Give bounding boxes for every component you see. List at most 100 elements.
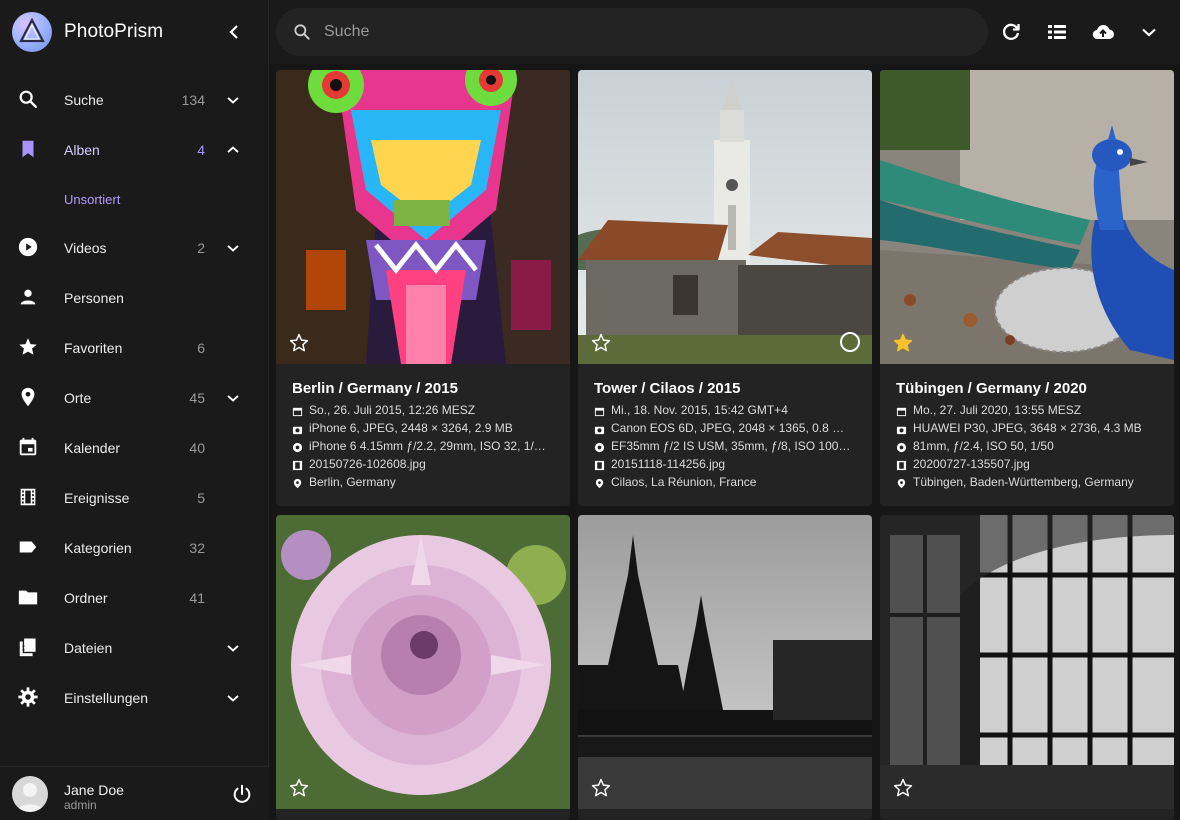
favorite-star-outline-icon[interactable] (590, 332, 612, 354)
sidebar-item-places[interactable]: Orte 45 (0, 373, 269, 423)
photo-file-text: 20151118-114256.jpg (611, 457, 726, 471)
play-circle-icon (17, 236, 39, 258)
chevron-down-icon[interactable] (1137, 20, 1161, 44)
search-input[interactable] (324, 8, 964, 56)
favorite-star-outline-icon[interactable] (590, 777, 612, 799)
photo-location-text: Berlin, Germany (309, 475, 396, 489)
photo-title[interactable]: Tower / Cilaos / 2015 (594, 380, 856, 397)
photo-thumbnail[interactable] (880, 70, 1174, 364)
gear-icon (17, 686, 39, 708)
calendar-icon (594, 407, 605, 417)
sidebar-item-settings[interactable]: Einstellungen (0, 673, 269, 723)
sidebar-item-count: 134 (181, 92, 205, 108)
photo-card[interactable]: Tower / Cilaos / 2015 Mi., 18. Nov. 2015,… (578, 70, 872, 506)
user-name: Jane Doe (64, 782, 124, 798)
sidebar-item-folders[interactable]: Ordner 41 (0, 573, 269, 623)
collapse-sidebar-icon[interactable] (222, 20, 246, 44)
sidebar-item-albums[interactable]: Alben 4 (0, 125, 269, 175)
cloud-upload-icon[interactable] (1091, 20, 1115, 44)
photo-camera-text: iPhone 6, JPEG, 2448 × 3264, 2.9 MB (309, 421, 513, 435)
folder-icon (17, 586, 39, 608)
photo-date: Mo., 27. Juli 2020, 13:55 MESZ (896, 403, 1158, 421)
sidebar: PhotoPrism Suche 134 Alben 4 Unsortiert Video… (0, 0, 269, 820)
photo-location[interactable]: Tübingen, Baden-Württemberg, Germany (896, 475, 1158, 493)
sidebar-item-search[interactable]: Suche 134 (0, 75, 269, 125)
select-circle-icon[interactable] (840, 332, 860, 352)
photo-date-text: Mi., 18. Nov. 2015, 15:42 GMT+4 (611, 403, 788, 417)
sidebar-item-moments[interactable]: Ereignisse 5 (0, 473, 269, 523)
sidebar-item-label: Ordner (64, 590, 108, 606)
photo-thumbnail[interactable] (276, 515, 570, 809)
calendar-icon (292, 407, 303, 417)
photoprism-logo[interactable] (12, 12, 52, 52)
sidebar-item-label: Kategorien (64, 540, 132, 556)
film-icon (594, 460, 605, 471)
chevron-down-icon[interactable] (223, 90, 243, 110)
sidebar-item-labels[interactable]: Kategorien 32 (0, 523, 269, 573)
film-icon (17, 486, 39, 508)
photo-card[interactable] (880, 515, 1174, 820)
app-title: PhotoPrism (64, 21, 164, 42)
photo-camera: iPhone 6, JPEG, 2448 × 3264, 2.9 MB (292, 421, 554, 439)
sidebar-item-count: 32 (189, 540, 205, 556)
aperture-icon (594, 442, 605, 453)
photo-thumbnail[interactable] (578, 70, 872, 364)
photo-lens-text: 81mm, ƒ/2.4, ISO 50, 1/50 (913, 439, 1054, 453)
photo-card[interactable] (578, 515, 872, 820)
sidebar-item-count: 5 (197, 490, 205, 506)
chevron-down-icon[interactable] (223, 688, 243, 708)
photo-file: 20200727-135507.jpg (896, 457, 1158, 475)
sidebar-item-files[interactable]: Dateien (0, 623, 269, 673)
sidebar-item-label: Alben (64, 142, 100, 158)
photo-thumbnail[interactable] (880, 515, 1174, 809)
power-icon[interactable] (231, 783, 253, 805)
list-view-icon[interactable] (1045, 20, 1069, 44)
sidebar-item-count: 45 (189, 390, 205, 406)
calendar-icon (896, 407, 907, 417)
camera-icon (292, 426, 303, 435)
photo-title[interactable]: Tübingen / Germany / 2020 (896, 380, 1158, 397)
sidebar-item-count: 41 (189, 590, 205, 606)
sidebar-item-calendar[interactable]: Kalender 40 (0, 423, 269, 473)
photo-date-text: Mo., 27. Juli 2020, 13:55 MESZ (913, 403, 1082, 417)
sidebar-subitem-label: Unsortiert (64, 192, 121, 207)
photo-date: So., 26. Juli 2015, 12:26 MESZ (292, 403, 554, 421)
photo-card[interactable] (276, 515, 570, 820)
sidebar-item-label: Einstellungen (64, 690, 149, 706)
photo-lens: iPhone 6 4.15mm ƒ/2.2, 29mm, ISO 32, 1/… (292, 439, 554, 457)
search-box (276, 8, 988, 56)
sidebar-subitem-unsorted[interactable]: Unsortiert (0, 175, 269, 223)
sidebar-item-count: 6 (197, 340, 205, 356)
user-bar: Jane Doe admin (0, 766, 269, 820)
photo-thumbnail[interactable] (276, 70, 570, 364)
photo-camera-text: HUAWEI P30, JPEG, 3648 × 2736, 4.3 MB (913, 421, 1142, 435)
photo-file-text: 20150726-102608.jpg (309, 457, 426, 471)
refresh-icon[interactable] (999, 20, 1023, 44)
sidebar-item-videos[interactable]: Videos 2 (0, 223, 269, 273)
sidebar-item-favorites[interactable]: Favoriten 6 (0, 323, 269, 373)
sidebar-item-people[interactable]: Personen (0, 273, 269, 323)
chevron-up-icon[interactable] (223, 140, 243, 160)
chevron-down-icon[interactable] (223, 638, 243, 658)
favorite-star-outline-icon[interactable] (288, 332, 310, 354)
sidebar-nav: Suche 134 Alben 4 Unsortiert Videos 2 Personen F… (0, 75, 269, 723)
favorite-star-outline-icon[interactable] (288, 777, 310, 799)
files-icon (17, 636, 39, 658)
photo-title[interactable]: Berlin / Germany / 2015 (292, 380, 554, 397)
photo-location[interactable]: Cilaos, La Réunion, France (594, 475, 856, 493)
sidebar-item-label: Personen (64, 290, 124, 306)
photo-location[interactable]: Berlin, Germany (292, 475, 554, 493)
chevron-down-icon[interactable] (223, 388, 243, 408)
photo-card[interactable]: Berlin / Germany / 2015 So., 26. Juli 201… (276, 70, 570, 506)
sidebar-item-label: Orte (64, 390, 92, 406)
chevron-down-icon[interactable] (223, 238, 243, 258)
search-icon (292, 22, 312, 42)
app: PhotoPrism Suche 134 Alben 4 Unsortiert Video… (0, 0, 1180, 820)
avatar[interactable] (12, 776, 48, 812)
favorite-star-filled-icon[interactable] (892, 332, 914, 354)
photo-card[interactable]: Tübingen / Germany / 2020 Mo., 27. Juli 2… (880, 70, 1174, 506)
search-icon (17, 88, 39, 110)
photo-thumbnail[interactable] (578, 515, 872, 809)
map-pin-icon (293, 478, 302, 489)
favorite-star-outline-icon[interactable] (892, 777, 914, 799)
